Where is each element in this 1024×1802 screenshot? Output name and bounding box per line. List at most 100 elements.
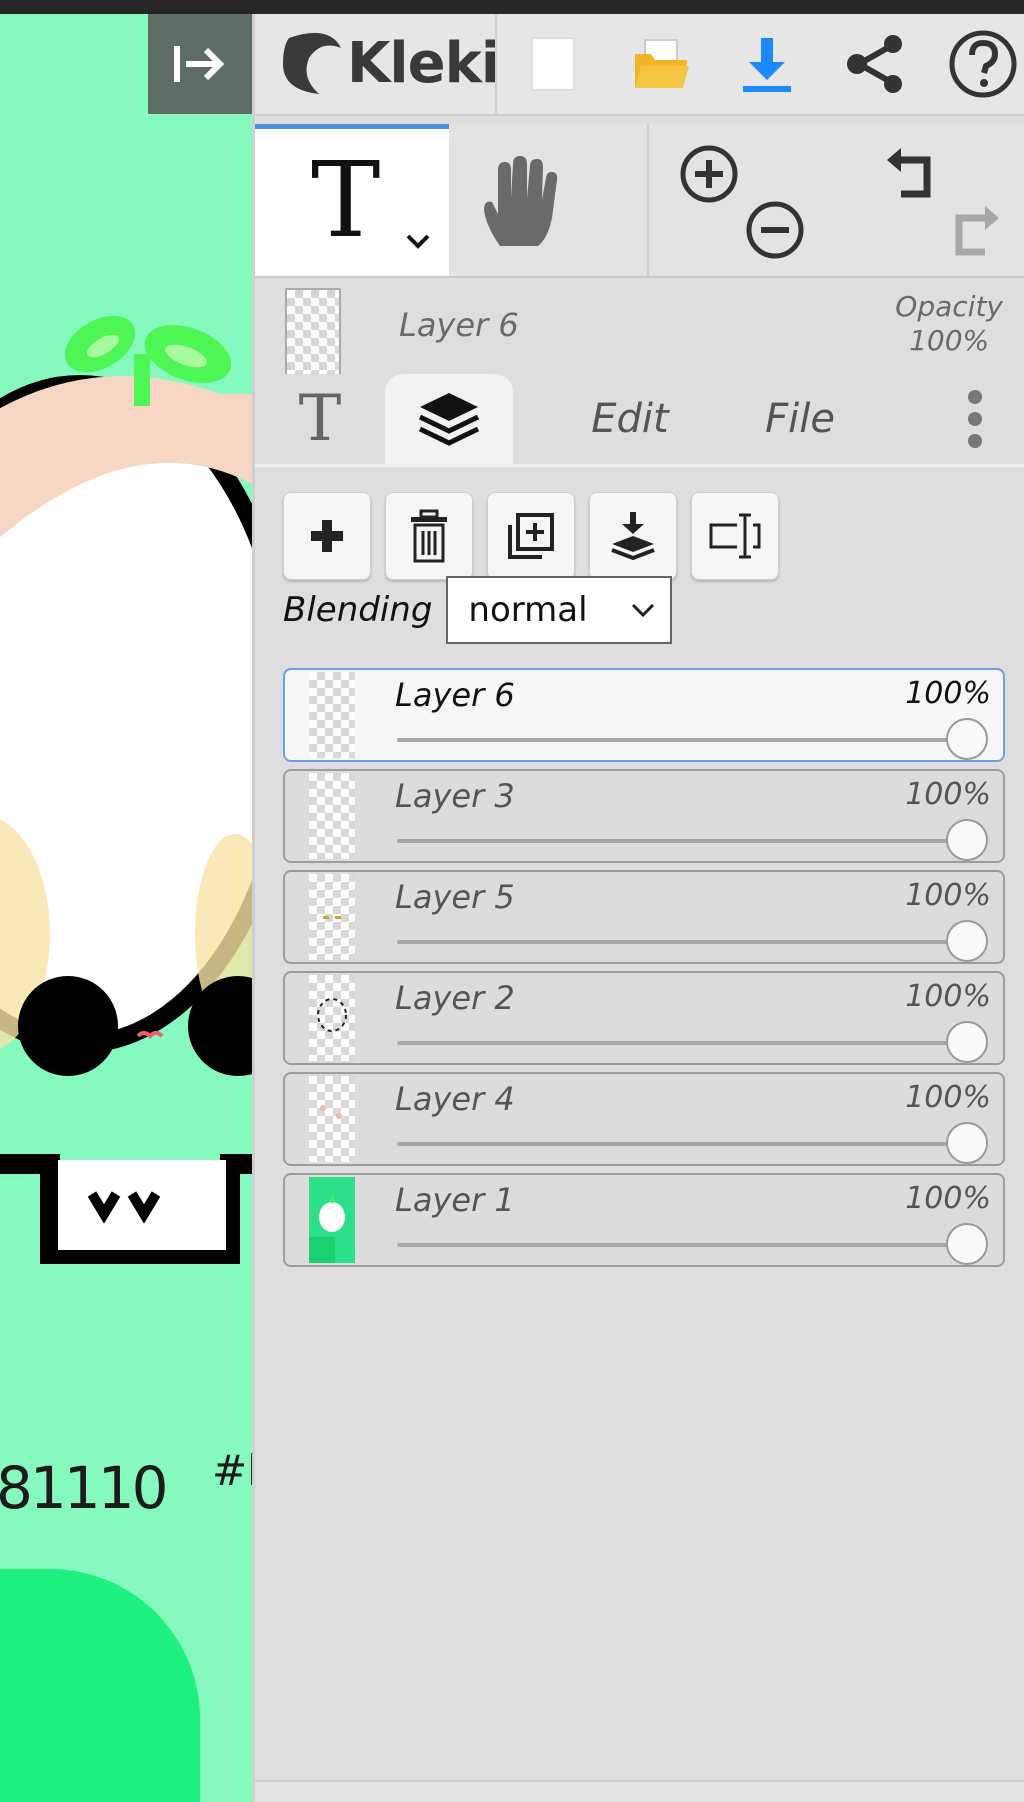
redo-icon[interactable] (945, 200, 1005, 260)
layer-opacity: 100% (905, 979, 991, 1014)
undo-icon[interactable] (881, 142, 941, 202)
tab-layers[interactable] (385, 374, 513, 464)
toolbar: T (255, 124, 1024, 278)
thumbnail-content (323, 916, 341, 919)
hand-tool-button[interactable] (455, 144, 585, 264)
duplicate-layer-button[interactable] (487, 492, 575, 580)
layer-row[interactable]: Layer 6 100% (283, 668, 1005, 762)
layer-row[interactable]: Layer 5 100% (283, 870, 1005, 964)
layer-row[interactable]: Layer 2 100% (283, 971, 1005, 1065)
arrow-right-bar-icon (174, 46, 225, 82)
blank-page-icon (531, 37, 575, 91)
blending-control: Blending normal (283, 576, 673, 644)
more-menu-button[interactable] (945, 374, 1005, 464)
app-name: Kleki (347, 30, 500, 96)
blending-select[interactable]: normal (446, 576, 673, 644)
zoom-out-icon[interactable] (745, 200, 805, 260)
share-button[interactable] (839, 28, 911, 100)
opacity-slider-track[interactable] (397, 1243, 963, 1247)
current-layer-thumbnail (285, 288, 341, 378)
help-icon (949, 30, 1017, 98)
layer-name: Layer 6 (395, 676, 515, 714)
new-image-button[interactable] (517, 28, 589, 100)
thumbnail-content (309, 1177, 355, 1263)
tab-file[interactable]: File (725, 374, 875, 464)
text-tool-icon: T (311, 139, 381, 261)
layer-thumbnail (309, 975, 355, 1061)
tab-tool-settings[interactable]: T (275, 374, 365, 464)
text-tool-button[interactable]: T (255, 124, 449, 276)
layer-opacity: 100% (905, 1181, 991, 1216)
layer-thumbnail (309, 1076, 355, 1162)
drawing-canvas[interactable]: 81110 #k (0, 14, 252, 1802)
layer-thumbnail (309, 773, 355, 859)
header-bar: Kleki (255, 14, 1024, 116)
layer-name: Layer 1 (395, 1181, 515, 1219)
open-file-button[interactable] (625, 28, 697, 100)
layer-opacity: 100% (905, 676, 991, 711)
layer-row[interactable]: Layer 3 100% (283, 769, 1005, 863)
panel-tabs: T Edit File (255, 374, 1024, 467)
chevron-down-icon (632, 603, 655, 618)
help-button[interactable] (947, 28, 1019, 100)
zoom-in-icon[interactable] (679, 144, 739, 204)
layer-thumbnail (309, 672, 355, 758)
merge-layers-icon (611, 512, 655, 561)
opacity-slider-track[interactable] (397, 839, 963, 843)
opacity-slider-handle[interactable] (946, 1122, 988, 1164)
opacity-slider-handle[interactable] (946, 1021, 988, 1063)
opacity-label: Opacity (895, 290, 1003, 323)
layer-row[interactable]: Layer 4 100% (283, 1072, 1005, 1166)
current-layer-opacity: Opacity 100% (895, 290, 1003, 358)
opacity-slider-track[interactable] (397, 940, 963, 944)
add-layer-button[interactable] (283, 492, 371, 580)
canvas-text: #k (212, 1446, 252, 1495)
canvas-text: 81110 (0, 1454, 169, 1522)
thumbnail-content (317, 998, 347, 1032)
download-icon (743, 38, 791, 92)
current-layer-info: Layer 6 Opacity 100% (255, 278, 1024, 378)
opacity-slider-track[interactable] (397, 738, 963, 742)
bottom-bar (255, 1780, 1024, 1802)
opacity-slider-handle[interactable] (946, 920, 988, 962)
layer-name: Layer 3 (395, 777, 515, 815)
status-bar (0, 0, 1024, 14)
blending-value: normal (468, 590, 588, 630)
opacity-slider-track[interactable] (397, 1041, 963, 1045)
current-layer-name: Layer 6 (399, 306, 519, 344)
layer-name: Layer 4 (395, 1080, 515, 1118)
download-button[interactable] (731, 28, 803, 100)
layer-actions (283, 492, 779, 580)
chevron-down-icon[interactable] (405, 233, 431, 251)
layer-thumbnail (309, 874, 355, 960)
rename-layer-button[interactable] (691, 492, 779, 580)
layer-name: Layer 5 (395, 878, 515, 916)
hand-icon (484, 156, 558, 246)
layer-row[interactable]: Layer 1 100% (283, 1173, 1005, 1267)
layer-list: Layer 6 100% Layer 3 100% Layer 5 100% L… (283, 668, 1007, 1274)
duplicate-icon (508, 513, 554, 559)
side-panel: Kleki T Layer 6 Opacity 100% T Edit File… (252, 14, 1024, 1802)
delete-layer-button[interactable] (385, 492, 473, 580)
layer-name: Layer 2 (395, 979, 515, 1017)
folder-icon (635, 39, 689, 88)
opacity-slider-handle[interactable] (946, 1223, 988, 1265)
opacity-slider-handle[interactable] (946, 718, 988, 760)
layer-opacity: 100% (905, 878, 991, 913)
layer-opacity: 100% (905, 777, 991, 812)
more-vertical-icon (968, 390, 982, 448)
collapse-panel-button[interactable] (148, 14, 252, 114)
rename-icon (709, 513, 761, 559)
layers-icon (418, 393, 480, 446)
merge-down-button[interactable] (589, 492, 677, 580)
canvas-artwork (0, 315, 252, 1264)
tab-edit[interactable]: Edit (555, 374, 705, 464)
app-logo[interactable]: Kleki (279, 28, 500, 98)
kleki-logo-icon (283, 32, 341, 94)
thumbnail-content (320, 1105, 342, 1119)
divider (647, 124, 649, 276)
share-icon (847, 35, 902, 93)
opacity-slider-handle[interactable] (946, 819, 988, 861)
plus-icon (311, 520, 343, 552)
opacity-slider-track[interactable] (397, 1142, 963, 1146)
